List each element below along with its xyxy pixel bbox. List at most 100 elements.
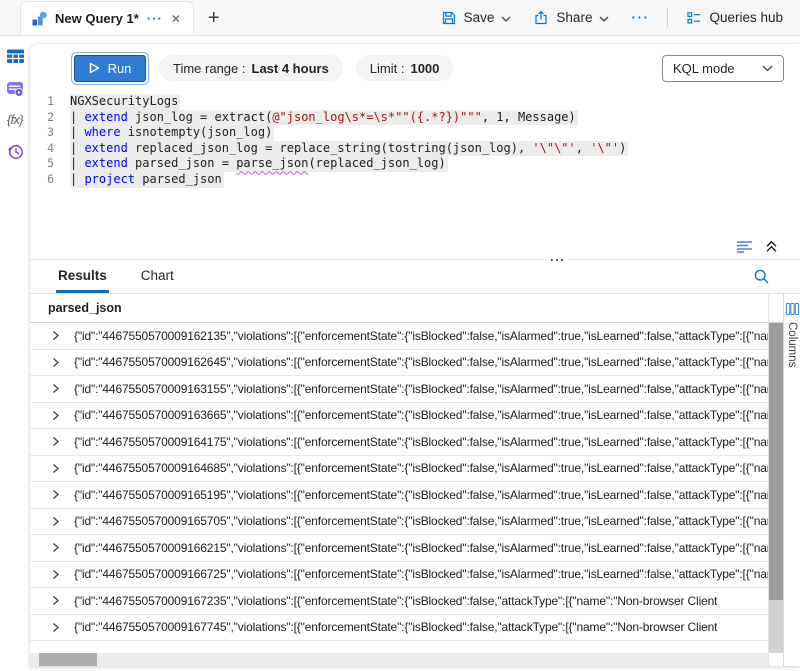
query-toolbar: Run Time range : Last 4 hours Limit : 10… [30,44,800,86]
row-json-value: {"id":"4467550570009163155","violations"… [74,382,768,396]
table-row[interactable]: {"id":"4467550570009163665","violations"… [30,403,768,430]
code-text: | where isnotempty(json_log) [70,125,274,141]
save-button[interactable]: Save [432,4,521,32]
query-editor[interactable]: 1NGXSecurityLogs2| extend json_log = ext… [30,86,800,234]
results-body: parsed_json {"id":"4467550570009162135",… [30,294,800,666]
row-json-value: {"id":"4467550570009167235","violations"… [74,594,717,608]
row-json-value: {"id":"4467550570009166725","violations"… [74,567,768,581]
column-header[interactable]: parsed_json [30,294,768,323]
media-queries-icon[interactable] [6,80,25,98]
queries-hub-icon [686,10,702,26]
expand-row-icon[interactable] [50,542,61,553]
column-header-label: parsed_json [48,301,122,315]
expand-row-icon[interactable] [50,330,61,341]
horizontal-scrollbar[interactable] [30,653,768,666]
code-text: | extend json_log = extract(@"json_log\s… [70,110,578,126]
chevron-down-icon [762,65,773,72]
tables-icon[interactable] [6,48,25,65]
expand-row-icon[interactable] [50,463,61,474]
line-number: 1 [30,94,70,110]
expand-row-icon[interactable] [50,436,61,447]
row-json-value: {"id":"4467550570009162645","violations"… [74,355,768,369]
results-rows: {"id":"4467550570009162135","violations"… [30,323,768,653]
expand-row-icon[interactable] [50,595,61,606]
vertical-scrollbar[interactable] [769,294,783,666]
row-json-value: {"id":"4467550570009165195","violations"… [74,488,768,502]
table-row[interactable]: {"id":"4467550570009165195","violations"… [30,482,768,509]
query-tab[interactable]: New Query 1* ··· ✕ [20,1,194,35]
code-line[interactable]: 2| extend json_log = extract(@"json_log\… [30,110,800,126]
tab-chart[interactable]: Chart [139,260,176,293]
result-view-lines-icon[interactable] [736,240,753,253]
save-icon [441,10,457,26]
code-line[interactable]: 4| extend replaced_json_log = replace_st… [30,141,800,157]
share-icon [533,10,549,26]
expand-row-icon[interactable] [50,569,61,580]
expand-row-icon[interactable] [50,357,61,368]
new-tab-button[interactable]: + [208,8,220,28]
expand-row-icon[interactable] [50,622,61,633]
expand-row-icon[interactable] [50,410,61,421]
limit-picker[interactable]: Limit : 1000 [356,55,454,81]
code-line[interactable]: 6| project parsed_json [30,172,800,188]
kql-mode-select[interactable]: KQL mode [662,55,784,82]
limit-value: 1000 [410,61,439,76]
table-row[interactable]: {"id":"4467550570009167745","violations"… [30,615,768,642]
row-json-value: {"id":"4467550570009163665","violations"… [74,408,768,422]
time-range-picker[interactable]: Time range : Last 4 hours [159,55,343,81]
vertical-scrollbar-thumb[interactable] [769,323,783,600]
code-text: | extend replaced_json_log = replace_str… [70,141,628,157]
row-json-value: {"id":"4467550570009164685","violations"… [74,461,768,475]
code-lines: 1NGXSecurityLogs2| extend json_log = ext… [30,94,800,188]
code-line[interactable]: 3| where isnotempty(json_log) [30,125,800,141]
results-section: Results Chart parsed_json {"id":"4467550… [30,260,800,666]
table-row[interactable]: {"id":"4467550570009167235","violations"… [30,588,768,615]
row-json-value: {"id":"4467550570009165705","violations"… [74,514,768,528]
limit-label: Limit : [370,61,405,76]
row-json-value: {"id":"4467550570009162135","violations"… [74,329,768,343]
results-tab-bar: Results Chart [30,260,800,294]
kql-mode-value: KQL mode [673,61,735,76]
table-row[interactable]: {"id":"4467550570009162135","violations"… [30,323,768,350]
table-row[interactable]: {"id":"4467550570009164175","violations"… [30,429,768,456]
save-label: Save [464,10,495,25]
time-range-label: Time range : [173,61,246,76]
search-icon[interactable] [753,268,770,285]
expand-row-icon[interactable] [50,383,61,394]
tab-bar: New Query 1* ··· ✕ + Save Share ··· Quer… [0,0,800,36]
run-button[interactable]: Run [74,55,146,82]
table-row[interactable]: {"id":"4467550570009166215","violations"… [30,535,768,562]
more-actions-button[interactable]: ··· [622,4,658,32]
functions-icon[interactable]: {fx} [7,113,23,127]
row-json-value: {"id":"4467550570009166215","violations"… [74,541,768,555]
code-text: | project parsed_json [70,172,224,188]
splitter-drag-handle[interactable]: ... [546,252,569,262]
tab-bar-actions: Save Share ··· Queries hub [432,0,800,35]
table-row[interactable]: {"id":"4467550570009166725","violations"… [30,562,768,589]
table-row[interactable]: {"id":"4467550570009163155","violations"… [30,376,768,403]
expand-row-icon[interactable] [50,516,61,527]
code-line[interactable]: 5| extend parsed_json = parse_json(repla… [30,156,800,172]
divider [667,8,668,27]
collapse-panel-icon[interactable] [765,240,778,253]
line-number: 2 [30,110,70,126]
table-row[interactable]: {"id":"4467550570009162645","violations"… [30,350,768,377]
table-row[interactable]: {"id":"4467550570009164685","violations"… [30,456,768,483]
share-button[interactable]: Share [524,4,618,32]
query-history-icon[interactable] [6,142,25,161]
table-row[interactable]: {"id":"4467550570009165705","violations"… [30,509,768,536]
run-label: Run [108,61,132,76]
time-range-value: Last 4 hours [252,61,329,76]
expand-row-icon[interactable] [50,489,61,500]
code-line[interactable]: 1NGXSecurityLogs [30,94,800,110]
horizontal-scrollbar-thumb[interactable] [39,653,97,666]
tab-results[interactable]: Results [56,260,109,293]
line-number: 5 [30,156,70,172]
tab-close-icon[interactable]: ✕ [171,13,181,25]
query-card: Run Time range : Last 4 hours Limit : 10… [30,44,800,666]
columns-panel-toggle[interactable]: Columns [783,294,800,666]
queries-hub-button[interactable]: Queries hub [677,4,792,32]
row-json-value: {"id":"4467550570009164175","violations"… [74,435,768,449]
tab-more-icon[interactable]: ··· [147,12,163,25]
line-number: 4 [30,141,70,157]
